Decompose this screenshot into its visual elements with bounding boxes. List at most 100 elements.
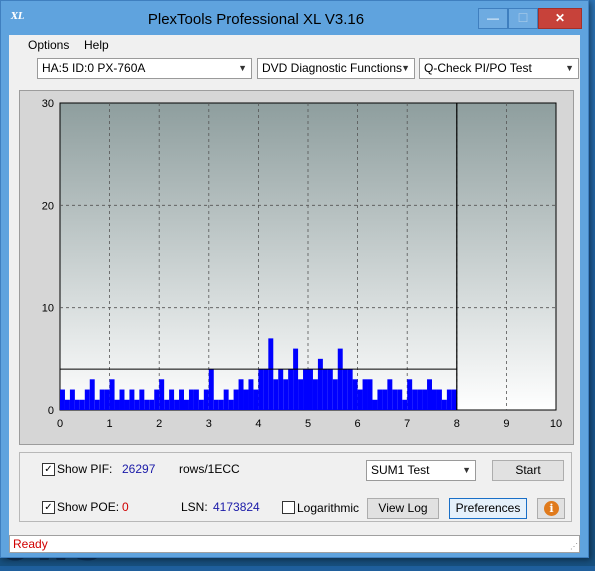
data-bar <box>188 389 194 410</box>
lsn-label: LSN: <box>181 500 208 514</box>
function-select-value: DVD Diagnostic Functions <box>262 61 403 75</box>
data-bar <box>278 369 284 410</box>
data-bar <box>114 399 120 410</box>
device-select[interactable]: HA:5 ID:0 PX-760A ▼ <box>37 58 252 79</box>
data-bar <box>427 379 432 410</box>
data-bar <box>248 379 254 410</box>
client-area: Options Help HA:5 ID:0 PX-760A ▼ DVD Dia… <box>9 35 580 553</box>
status-bar: Ready ⋰ <box>9 535 580 553</box>
y-tick-label: 0 <box>48 405 54 417</box>
data-bar <box>174 399 180 410</box>
data-bar <box>407 379 413 410</box>
data-bar <box>436 389 442 410</box>
options-panel: ✓ Show PIF: 26297 rows/1ECC SUM1 Test ▼ … <box>19 452 572 522</box>
data-bar <box>303 369 308 410</box>
menu-options[interactable]: Options <box>28 38 69 52</box>
data-bar <box>342 369 348 410</box>
y-tick-label: 20 <box>42 200 54 212</box>
data-bar <box>308 369 313 410</box>
data-bar <box>451 389 457 410</box>
data-bar <box>362 379 368 410</box>
data-bar <box>154 389 160 410</box>
title-bar[interactable]: XL PlexTools Professional XL V3.16 — ☐ ✕ <box>1 1 588 35</box>
data-bar <box>233 389 239 410</box>
data-bar <box>129 389 135 410</box>
data-bar <box>253 389 259 410</box>
start-button-label: Start <box>515 463 541 477</box>
data-bar <box>293 348 299 410</box>
minimize-button[interactable]: — <box>478 8 508 29</box>
data-bar <box>397 389 403 410</box>
x-tick-label: 9 <box>503 418 509 430</box>
data-bar <box>377 389 383 410</box>
data-bar <box>367 379 373 410</box>
show-pif-checkbox[interactable]: ✓ <box>42 463 55 476</box>
data-bar <box>169 389 175 410</box>
test-select-value: Q-Check PI/PO Test <box>424 61 532 75</box>
x-tick-label: 8 <box>454 418 460 430</box>
data-bar <box>283 379 289 410</box>
data-bar <box>268 338 274 410</box>
x-tick-label: 10 <box>550 418 562 430</box>
x-tick-label: 1 <box>107 418 113 430</box>
close-button[interactable]: ✕ <box>538 8 582 29</box>
view-log-button[interactable]: View Log <box>367 498 439 519</box>
show-poe-checkbox[interactable]: ✓ <box>42 501 55 514</box>
data-bar <box>213 399 219 410</box>
info-button[interactable]: i <box>537 498 565 519</box>
test-select[interactable]: Q-Check PI/PO Test ▼ <box>419 58 579 79</box>
data-bar <box>337 348 343 410</box>
data-bar <box>179 389 184 410</box>
data-bar <box>258 369 264 410</box>
data-bar <box>288 369 294 410</box>
data-bar <box>432 389 437 410</box>
data-bar <box>238 379 244 410</box>
data-bar <box>218 399 224 410</box>
data-bar <box>347 369 353 410</box>
rows-label: rows/1ECC <box>179 462 240 476</box>
pi-chart: 0 1 2 3 4 5 6 7 8 9 10 0 10 20 30 <box>42 98 562 430</box>
data-bar <box>298 379 304 410</box>
start-button[interactable]: Start <box>492 460 564 481</box>
data-bar <box>357 389 363 410</box>
menu-bar: Options Help <box>9 35 580 55</box>
maximize-button[interactable]: ☐ <box>508 8 538 29</box>
x-tick-label: 2 <box>156 418 162 430</box>
x-tick-label: 5 <box>305 418 311 430</box>
data-bar <box>417 389 423 410</box>
data-bar <box>322 369 328 410</box>
resize-grip-icon[interactable]: ⋰ <box>570 542 578 551</box>
data-bar <box>159 379 165 410</box>
data-bar <box>412 389 418 410</box>
preferences-button[interactable]: Preferences <box>449 498 527 519</box>
show-pif-label: Show PIF: <box>57 462 113 476</box>
x-tick-label: 7 <box>404 418 410 430</box>
test-mode-value: SUM1 Test <box>371 463 430 477</box>
data-bar <box>198 399 204 410</box>
device-select-value: HA:5 ID:0 PX-760A <box>42 61 146 75</box>
data-bar <box>134 399 140 410</box>
view-log-label: View Log <box>378 501 428 515</box>
chevron-down-icon: ▼ <box>462 465 471 475</box>
chart-panel: 0 1 2 3 4 5 6 7 8 9 10 0 10 20 30 <box>19 90 574 445</box>
data-bar <box>144 399 150 410</box>
data-bar <box>317 358 323 410</box>
data-bar <box>243 389 249 410</box>
x-tick-label: 3 <box>206 418 212 430</box>
data-bar <box>99 389 105 410</box>
app-window: XL PlexTools Professional XL V3.16 — ☐ ✕… <box>0 0 589 558</box>
data-bar <box>208 369 214 410</box>
test-mode-select[interactable]: SUM1 Test ▼ <box>366 460 476 481</box>
x-tick-label: 6 <box>355 418 361 430</box>
menu-help[interactable]: Help <box>84 38 109 52</box>
data-bar <box>273 379 279 410</box>
data-bar <box>64 399 70 410</box>
data-bar <box>60 389 65 410</box>
logarithmic-checkbox[interactable] <box>282 501 295 514</box>
function-select[interactable]: DVD Diagnostic Functions ▼ <box>257 58 415 79</box>
status-text: Ready <box>13 537 48 551</box>
data-bar <box>402 399 408 410</box>
data-bar <box>74 399 80 410</box>
data-bar <box>352 379 358 410</box>
lsn-value: 4173824 <box>213 500 260 514</box>
